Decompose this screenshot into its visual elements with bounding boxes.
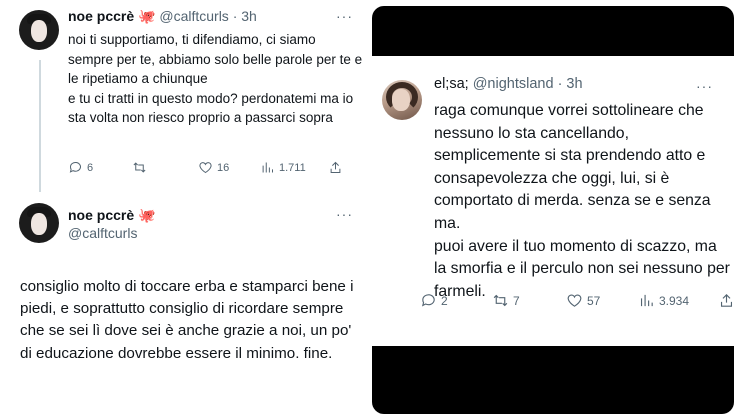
avatar-elisa[interactable] [382, 80, 422, 120]
handle[interactable]: @calftcurls [68, 224, 155, 242]
retweet-button[interactable]: 7 [492, 292, 566, 309]
tweet-text: raga comunque vorrei sottolineare che ne… [434, 100, 730, 303]
tweet1-header: noe pccrè 🐙 @calftcurls · 3h [68, 8, 257, 25]
tweet-line: noi ti supportiamo, ti difendiamo, ci si… [68, 32, 363, 87]
retweet-icon [493, 294, 508, 307]
avatar-noe-2[interactable] [19, 203, 59, 243]
display-name[interactable]: noe pccrè [68, 8, 134, 24]
share-icon [330, 161, 341, 173]
more-icon[interactable]: ··· [336, 8, 353, 24]
like-icon [199, 162, 212, 174]
right-screenshot: el;sa; @nightsland · 3h ··· raga comunqu… [372, 6, 734, 414]
share-button[interactable] [328, 160, 343, 175]
octopus-emoji: 🐙 [138, 207, 156, 223]
retweet-icon [133, 162, 146, 173]
reply-icon [421, 294, 435, 307]
reply-count: 6 [87, 161, 94, 174]
view-count: 3.934 [659, 293, 690, 308]
share-button[interactable] [718, 292, 734, 309]
views-button[interactable]: 1.711 [260, 160, 328, 175]
tweet-line: raga comunque vorrei sottolineare che ne… [434, 102, 711, 232]
reply-count: 2 [441, 293, 448, 308]
more-icon[interactable]: ··· [696, 78, 713, 94]
like-button[interactable]: 16 [198, 160, 260, 175]
views-button[interactable]: 3.934 [638, 292, 718, 309]
like-count: 16 [217, 161, 230, 174]
tweet2-text: consiglio molto di toccare erba e stampa… [20, 278, 354, 362]
tweet1-text: noi ti supportiamo, ti difendiamo, ci si… [68, 30, 364, 128]
tweet2-header: noe pccrè 🐙 @calftcurls [68, 206, 155, 242]
view-count: 1.711 [279, 161, 306, 174]
views-icon [262, 162, 273, 173]
retweet-button[interactable] [132, 160, 198, 175]
display-name[interactable]: el;sa; [434, 76, 469, 92]
display-name[interactable]: noe pccrè [68, 207, 134, 223]
tweet-line: e tu ci tratti in questo modo? perdonate… [68, 90, 354, 126]
reply-icon [69, 162, 81, 173]
tweet-actions: 2 7 57 3.934 [420, 292, 734, 309]
octopus-emoji: 🐙 [138, 8, 156, 24]
handle[interactable]: @calftcurls [159, 8, 228, 24]
like-button[interactable]: 57 [566, 292, 638, 309]
timestamp[interactable]: · 3h [558, 76, 583, 92]
tweet-card: el;sa; @nightsland · 3h ··· raga comunqu… [372, 56, 734, 346]
share-icon [720, 294, 733, 307]
handle[interactable]: @nightsland [473, 76, 554, 92]
like-icon [567, 294, 582, 307]
more-icon[interactable]: ··· [336, 206, 353, 222]
reply-button[interactable]: 6 [68, 160, 132, 175]
avatar-noe-1[interactable] [19, 10, 59, 50]
thread-line [39, 60, 41, 192]
tweet-header: el;sa; @nightsland · 3h [434, 76, 583, 92]
tweet1-actions: 6 16 1.711 [68, 160, 343, 175]
retweet-count: 7 [513, 293, 520, 308]
views-icon [640, 294, 653, 307]
reply-button[interactable]: 2 [420, 292, 492, 309]
timestamp[interactable]: · 3h [233, 8, 257, 24]
like-count: 57 [587, 293, 601, 308]
left-screenshot: noe pccrè 🐙 @calftcurls · 3h ··· noi ti … [0, 0, 370, 420]
